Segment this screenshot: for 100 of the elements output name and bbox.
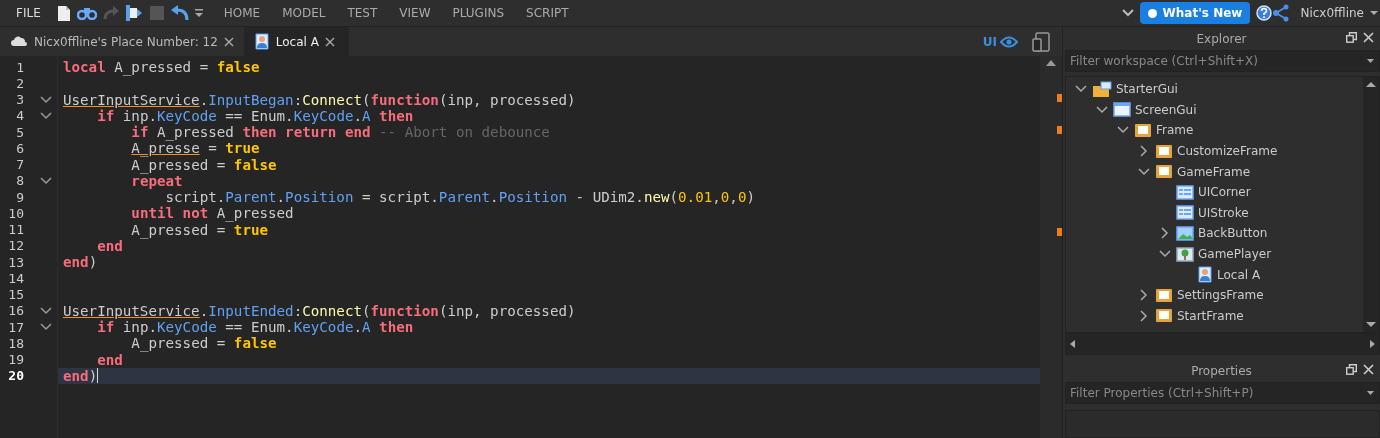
component-icon (1176, 205, 1194, 221)
plugin-icon[interactable] (124, 4, 143, 22)
chevron-icon[interactable] (1121, 9, 1134, 17)
tree-item[interactable]: StartFrame (1177, 308, 1244, 323)
warning-marker (1057, 228, 1062, 236)
scrollbar[interactable] (1363, 77, 1379, 332)
share-icon[interactable] (1272, 4, 1291, 22)
line-number: 11 (7, 222, 24, 238)
help-icon[interactable] (1256, 5, 1273, 21)
line-number: 17 (7, 319, 24, 335)
eye-icon (1000, 35, 1018, 48)
line-number: 18 (7, 335, 24, 351)
code-line: UserInputService.InputEnded:Connect(function(inp, processed) (63, 302, 576, 319)
tree-item[interactable]: ScreenGui (1135, 102, 1197, 117)
component-icon (1176, 184, 1194, 200)
code-line: script.Parent.Position = script.Parent.Position - UDim2.new(0.01,0,0) (164, 189, 755, 206)
script-icon (1197, 266, 1213, 284)
filter-field[interactable]: Filter Properties (Ctrl+Shift+P) (1065, 382, 1380, 404)
folder-icon (1092, 80, 1112, 98)
tree-item[interactable]: UICorner (1198, 185, 1251, 200)
warning-marker (1057, 126, 1062, 134)
close-icon[interactable] (1363, 32, 1374, 43)
menu-tab[interactable]: MODEL (271, 6, 337, 20)
close-icon[interactable] (1363, 364, 1374, 375)
code-line: end) (63, 367, 98, 384)
file-menu[interactable]: FILE (0, 6, 57, 20)
panel-title: Properties (1191, 363, 1252, 378)
fold-icon[interactable] (40, 306, 52, 315)
fold-icon[interactable] (40, 95, 52, 104)
user-name[interactable]: Nicx0ffline (1300, 6, 1364, 20)
editor-tab[interactable]: Local A (243, 27, 349, 56)
filter-field[interactable]: Filter workspace (Ctrl+Shift+X) (1065, 50, 1380, 72)
code-line: end (96, 237, 123, 254)
line-number: 13 (7, 254, 24, 270)
whats-new-button[interactable]: What's New (1139, 2, 1251, 24)
line-number: 16 (7, 303, 24, 319)
line-number: 8 (15, 173, 24, 189)
caret-icon[interactable] (1366, 390, 1376, 396)
binoculars-icon[interactable] (76, 6, 97, 20)
tree-item[interactable]: GamePlayer (1198, 247, 1272, 262)
scrollbar[interactable] (1040, 56, 1062, 438)
scroll-up-icon[interactable] (1046, 60, 1056, 66)
line-number: 6 (15, 140, 24, 156)
fold-icon[interactable] (40, 111, 52, 120)
restore-icon[interactable] (1346, 32, 1357, 43)
line-number: 7 (15, 157, 24, 173)
overflow-icon[interactable] (194, 9, 203, 17)
code-line: until not A_pressed (130, 205, 294, 222)
line-number: 20 (7, 368, 24, 384)
close-icon[interactable] (223, 36, 234, 47)
menu-tab[interactable]: TEST (336, 6, 389, 20)
document-icon[interactable] (56, 4, 71, 22)
line-number: 15 (7, 287, 24, 303)
menu-tab[interactable]: SCRIPT (515, 6, 580, 20)
menu-tab[interactable]: PLUGINS (441, 6, 516, 20)
line-number: 4 (15, 108, 24, 124)
tree-item[interactable]: BackButton (1198, 226, 1268, 241)
tree-item[interactable]: UIStroke (1198, 205, 1249, 220)
fold-icon[interactable] (40, 176, 52, 185)
code-line: UserInputService.InputBegan:Connect(function(inp, processed) (63, 91, 576, 108)
code-line: A_pressed = false (130, 156, 277, 173)
frame-icon (1155, 308, 1173, 324)
tree-item[interactable]: GameFrame (1177, 164, 1251, 179)
line-number: 5 (15, 124, 24, 140)
line-number: 1 (15, 59, 24, 75)
code-line: A_pressed = false (130, 335, 277, 352)
line-number: 9 (15, 189, 24, 205)
close-icon[interactable] (324, 36, 335, 47)
caret-icon[interactable] (1366, 58, 1376, 64)
stop-icon (148, 5, 165, 21)
tree-item[interactable]: SettingsFrame (1177, 288, 1264, 303)
frame-icon (1155, 143, 1173, 159)
line-number: 10 (7, 205, 24, 221)
code-line: if A_pressed then return end -- Abort on debounce (130, 124, 550, 141)
code-line: end) (63, 254, 98, 271)
line-number: 19 (7, 352, 24, 368)
line-number: 12 (7, 238, 24, 254)
frame-icon (1155, 164, 1173, 180)
caret-icon[interactable] (1368, 9, 1380, 17)
menu-tab[interactable]: HOME (212, 6, 272, 20)
code-line: local A_pressed = false (63, 59, 260, 76)
panel-title: Explorer (1196, 31, 1247, 46)
tree-item[interactable]: StarterGui (1116, 82, 1178, 97)
tree-item[interactable]: CustomizeFrame (1177, 144, 1278, 159)
code-line: end (96, 351, 123, 368)
menu-tab[interactable]: VIEW (388, 6, 442, 20)
frame-icon (1134, 123, 1152, 138)
tree-item[interactable]: Frame (1156, 123, 1194, 138)
warning-marker (1057, 94, 1062, 102)
ui-visibility-toggle[interactable]: UI (982, 34, 1018, 49)
horizontal-scrollbar[interactable] (1065, 333, 1380, 355)
fold-icon[interactable] (40, 323, 52, 332)
undo-icon[interactable] (170, 5, 189, 21)
tree-item[interactable]: Local A (1217, 267, 1261, 282)
code-line: if inp.KeyCode == Enum.KeyCode.A then (97, 107, 414, 124)
devices-icon[interactable] (1032, 31, 1050, 52)
restore-icon[interactable] (1346, 364, 1357, 375)
line-number: 3 (15, 92, 24, 108)
redo-icon (102, 6, 119, 20)
line-number: 14 (7, 270, 24, 286)
